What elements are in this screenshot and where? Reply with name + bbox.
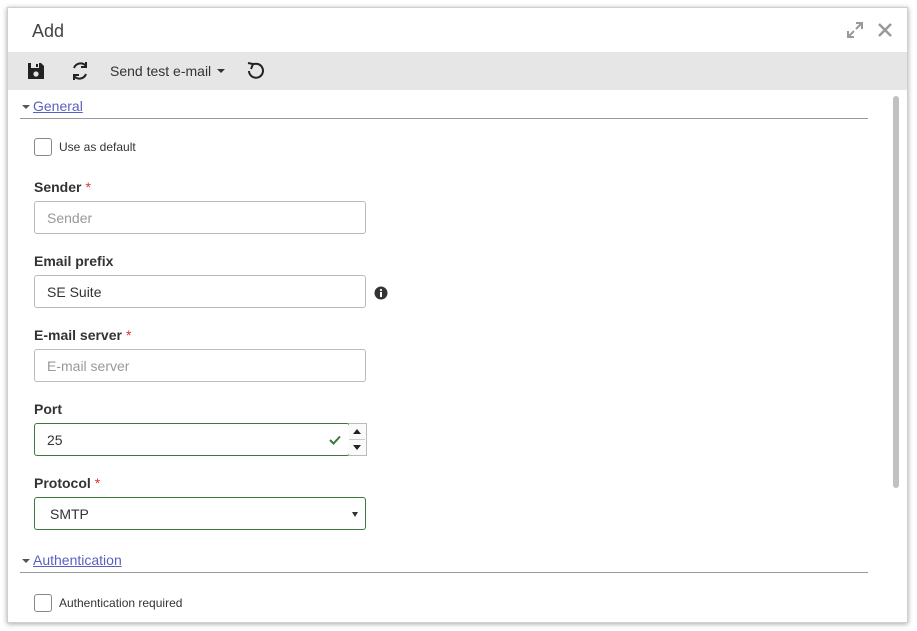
chevron-down-icon <box>217 69 226 73</box>
dialog-title: Add <box>32 21 65 41</box>
port-input[interactable] <box>34 423 350 456</box>
authentication-required-row: Authentication required <box>34 593 182 613</box>
email-prefix-label-text: Email prefix <box>34 253 114 269</box>
collapse-caret-icon <box>22 559 30 563</box>
protocol-selected-value: SMTP <box>50 506 89 522</box>
email-prefix-input[interactable] <box>34 275 366 308</box>
required-marker: * <box>125 327 132 343</box>
increment-button[interactable] <box>349 424 365 440</box>
sender-label-text: Sender <box>34 179 82 195</box>
undo-icon[interactable] <box>245 52 267 90</box>
section-general-header[interactable]: General <box>20 96 868 119</box>
dialog-titlebar: Add <box>8 8 907 52</box>
port-stepper <box>349 423 367 456</box>
send-test-email-label: Send test e-mail <box>110 63 212 79</box>
toolbar: Send test e-mail <box>8 52 907 90</box>
refresh-icon[interactable] <box>69 52 91 90</box>
use-as-default-checkbox[interactable] <box>34 138 52 156</box>
port-label: Port <box>34 401 62 417</box>
window-controls <box>845 20 895 40</box>
close-icon[interactable] <box>875 20 895 40</box>
required-marker: * <box>94 475 101 491</box>
info-icon[interactable] <box>374 286 388 300</box>
add-dialog: Add Send test e-mail General Use as defa… <box>7 7 908 623</box>
dropdown-arrow-icon <box>352 512 358 517</box>
email-server-input[interactable] <box>34 349 366 382</box>
section-authentication-header[interactable]: Authentication <box>20 550 868 573</box>
email-server-label: E-mail server * <box>34 327 131 343</box>
collapse-caret-icon <box>22 105 30 109</box>
save-icon[interactable] <box>26 52 46 90</box>
form-content: General Use as default Sender* Email pre… <box>8 90 907 622</box>
port-label-text: Port <box>34 401 62 417</box>
use-as-default-label: Use as default <box>59 140 136 154</box>
scrollbar-thumb[interactable] <box>893 96 899 488</box>
section-authentication-label: Authentication <box>33 552 122 568</box>
authentication-required-checkbox[interactable] <box>34 594 52 612</box>
expand-icon[interactable] <box>845 20 865 40</box>
email-prefix-label: Email prefix <box>34 253 113 269</box>
valid-check-icon <box>329 435 341 445</box>
required-marker: * <box>85 179 91 195</box>
arrow-down-icon <box>353 445 361 450</box>
sender-label: Sender * <box>34 179 91 195</box>
protocol-label-text: Protocol <box>34 475 91 491</box>
sender-input[interactable] <box>34 201 366 234</box>
send-test-email-button[interactable]: Send test e-mail <box>110 52 226 90</box>
email-server-label-text: E-mail server <box>34 327 122 343</box>
authentication-required-label: Authentication required <box>59 596 183 610</box>
protocol-select[interactable]: SMTP <box>34 497 366 530</box>
protocol-label: Protocol * <box>34 475 100 491</box>
decrement-button[interactable] <box>349 440 365 455</box>
section-general-label: General <box>33 98 83 114</box>
use-as-default-row: Use as default <box>34 137 136 157</box>
arrow-up-icon <box>353 429 361 434</box>
